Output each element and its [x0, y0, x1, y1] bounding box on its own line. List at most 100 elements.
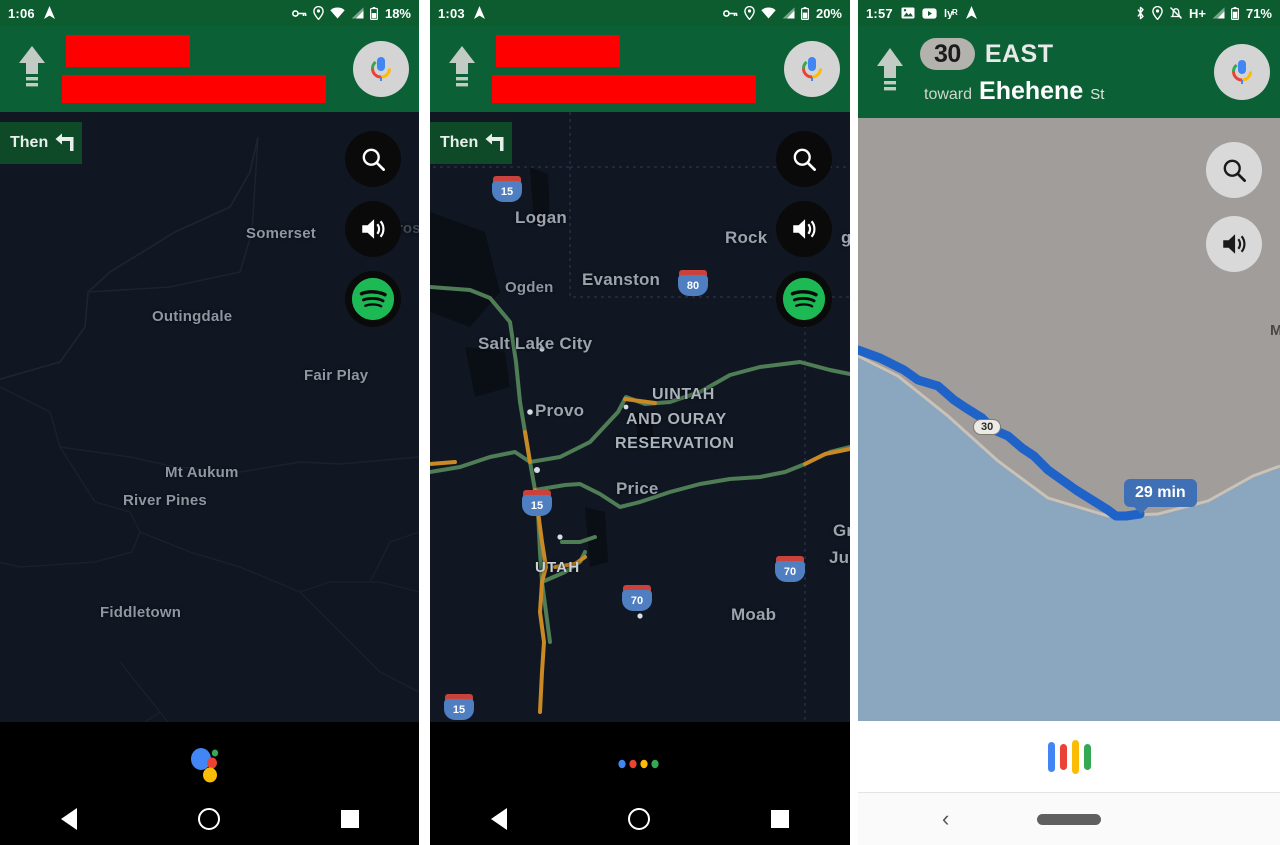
google-assistant-mic-icon	[1232, 60, 1252, 84]
shield-number: 70	[775, 561, 805, 582]
interstate-shield: 15	[522, 490, 552, 516]
system-navbar	[0, 793, 419, 845]
battery-icon	[800, 6, 809, 20]
map-label: RESERVATION	[615, 435, 735, 452]
back-button[interactable]	[60, 808, 77, 830]
map-label: UINTAH	[652, 386, 715, 403]
assistant-bar[interactable]	[858, 721, 1280, 793]
home-button[interactable]	[197, 808, 220, 830]
map-label: UTAH	[535, 559, 581, 576]
map-label: Fair Play	[304, 367, 369, 384]
status-bar: 1:03 20%	[430, 0, 850, 26]
assistant-mic-button[interactable]	[1214, 44, 1270, 100]
assistant-mic-button[interactable]	[784, 41, 840, 97]
navigation-instruction	[484, 35, 778, 103]
assistant-indicator	[0, 744, 419, 784]
map-label: AND OURAY	[626, 411, 727, 428]
map-roads	[0, 136, 419, 722]
interstate-shield: 15	[492, 176, 522, 202]
vpn-key-icon	[291, 8, 307, 19]
spotify-button[interactable]	[776, 271, 832, 327]
eta-badge: 29 min	[1124, 479, 1197, 514]
volume-button[interactable]	[345, 201, 401, 257]
location-icon	[313, 6, 324, 20]
volume-button[interactable]	[776, 201, 832, 257]
navigation-header: 30 EAST toward Ehehene St	[858, 26, 1280, 118]
map-canvas[interactable]: 30 29 min M	[858, 118, 1280, 721]
signal-icon	[782, 7, 795, 19]
map-canvas[interactable]: Logan Rock gs Evanston Ogden Salt Lake C…	[430, 112, 850, 722]
straight-arrow-icon	[440, 44, 484, 94]
redacted-secondary-instruction	[62, 75, 326, 103]
signal-icon	[351, 7, 364, 19]
map-label: gs	[841, 228, 850, 247]
search-button[interactable]	[1206, 142, 1262, 198]
wifi-icon	[330, 7, 345, 19]
svg-text:R: R	[952, 8, 958, 17]
recents-button[interactable]	[771, 810, 790, 828]
volume-button[interactable]	[1206, 216, 1262, 272]
straight-arrow-icon	[868, 46, 912, 98]
bottom-bar	[430, 722, 850, 845]
screenshot-panel-1: 1:06 18% Somerset os Outingdale Fair Pla…	[0, 0, 419, 845]
home-button[interactable]	[627, 808, 650, 830]
battery-percent: 18%	[384, 5, 411, 21]
shield-number: 80	[678, 275, 708, 296]
recents-button[interactable]	[340, 810, 359, 828]
panel-divider	[419, 0, 430, 845]
search-icon	[793, 148, 816, 171]
turn-left-icon	[485, 133, 504, 151]
shield-number: 15	[444, 699, 474, 720]
signal-icon	[1212, 7, 1225, 19]
back-button[interactable]	[490, 808, 507, 830]
map-label: River Pines	[123, 492, 207, 509]
street-name: Ehehene	[979, 77, 1084, 105]
map-canvas[interactable]: Somerset Gross Outingdale Fair Play Mt A…	[0, 112, 419, 722]
route-number-marker: 30	[973, 419, 1002, 435]
status-time: 1:57	[866, 5, 893, 21]
navigation-header	[430, 26, 850, 112]
then-banner: Then	[430, 122, 512, 164]
interstate-shield: 80	[678, 270, 708, 296]
search-button[interactable]	[776, 131, 832, 187]
battery-icon	[369, 6, 378, 20]
map-label: Ogden	[505, 279, 554, 296]
then-banner: Then	[0, 122, 82, 164]
spotify-button[interactable]	[345, 271, 401, 327]
search-icon	[1223, 159, 1246, 182]
map-label: Salt Lake City	[478, 334, 593, 353]
location-icon	[744, 6, 755, 20]
home-pill[interactable]	[1037, 813, 1101, 825]
bluetooth-icon	[1135, 6, 1146, 20]
google-assistant-mic-icon	[802, 57, 822, 81]
bottom-bar	[0, 722, 419, 845]
battery-icon	[1230, 6, 1239, 20]
map-label: Jun	[829, 548, 850, 567]
shield-number: 15	[492, 181, 522, 202]
turn-left-icon	[55, 133, 74, 151]
youtube-icon	[922, 7, 937, 19]
photos-icon	[901, 7, 915, 19]
search-button[interactable]	[345, 131, 401, 187]
assistant-mic-button[interactable]	[353, 41, 409, 97]
map-label: Fiddletown	[100, 604, 182, 621]
volume-icon	[793, 219, 816, 239]
back-chevron-icon[interactable]: ‹	[942, 808, 949, 830]
redacted-primary-instruction	[66, 35, 190, 67]
vpn-key-icon	[722, 8, 738, 19]
network-type-label: H+	[1188, 5, 1206, 21]
status-time: 1:06	[8, 5, 35, 21]
screenshot-panel-2: 1:03 20% Logan Rock g Evanston Ogden Sal…	[430, 0, 850, 845]
spotify-icon	[782, 277, 826, 321]
shield-number: 15	[522, 495, 552, 516]
route-shield: 30	[920, 38, 975, 70]
wifi-icon	[761, 7, 776, 19]
map-label: Somerset	[246, 225, 316, 242]
map-label: Rock	[725, 228, 768, 247]
status-time: 1:03	[438, 5, 465, 21]
status-bar: 1:57 ly R H+ 71%	[858, 0, 1280, 26]
screenshot-panel-3: 1:57 ly R H+ 71% 30 EAST toward Ehehene …	[858, 0, 1280, 845]
navigation-arrow-icon	[965, 6, 978, 20]
battery-percent: 71%	[1245, 5, 1272, 21]
google-assistant-mic-icon	[371, 57, 391, 81]
